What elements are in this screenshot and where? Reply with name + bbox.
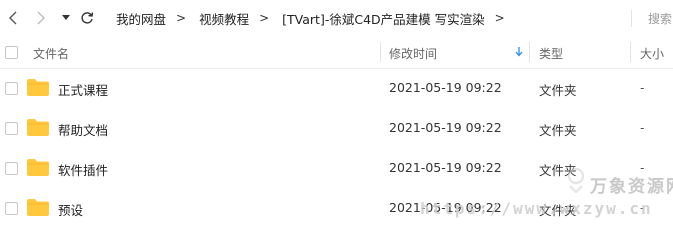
breadcrumb-item-video-tutorials[interactable]: 视频教程: [188, 9, 257, 28]
folder-icon: [27, 199, 49, 216]
select-all-checkbox[interactable]: [5, 46, 18, 59]
column-header-size[interactable]: 大小: [640, 45, 664, 62]
folder-icon: [27, 159, 49, 176]
row-checkbox[interactable]: [5, 162, 18, 175]
breadcrumb-item-current-folder[interactable]: [TVart]-徐斌C4D产品建模 写实渲染: [271, 9, 492, 28]
column-header-type[interactable]: 类型: [539, 45, 563, 62]
breadcrumb-separator: >: [176, 11, 187, 25]
history-dropdown-button[interactable]: [60, 6, 72, 30]
file-type: 文件夹: [539, 123, 577, 138]
row-checkbox[interactable]: [5, 202, 18, 215]
file-name[interactable]: 软件插件: [58, 160, 108, 179]
file-name[interactable]: 正式课程: [58, 80, 108, 99]
column-divider[interactable]: [630, 42, 631, 62]
column-divider[interactable]: [529, 42, 530, 62]
file-size: -: [640, 120, 645, 135]
address-divider: [631, 10, 632, 27]
refresh-icon: [81, 12, 94, 24]
refresh-button[interactable]: [77, 6, 97, 30]
folder-icon: [27, 79, 49, 96]
watermark-title: 万象资源网: [590, 177, 673, 197]
breadcrumb-item-my-netdisk[interactable]: 我的网盘: [105, 9, 174, 28]
search-input[interactable]: 搜索: [648, 10, 672, 27]
file-modified: 2021-05-19 09:22: [389, 160, 502, 175]
address-toolbar: 我的网盘 > 视频教程 > [TVart]-徐斌C4D产品建模 写实渲染 > 搜…: [0, 0, 673, 36]
file-list-header: 文件名 修改时间 类型 大小: [0, 36, 673, 69]
file-name[interactable]: 帮助文档: [58, 120, 108, 139]
column-divider[interactable]: [380, 42, 381, 62]
forward-button[interactable]: [32, 6, 50, 30]
row-checkbox[interactable]: [5, 122, 18, 135]
chevron-right-icon: [37, 11, 45, 25]
arrow-down-icon: [515, 47, 523, 57]
chevron-left-icon: [9, 11, 17, 25]
file-type: 文件夹: [539, 83, 577, 98]
column-header-name[interactable]: 文件名: [33, 45, 69, 62]
watermark-logo-icon: [567, 167, 585, 193]
file-name[interactable]: 预设: [58, 200, 83, 219]
row-checkbox[interactable]: [5, 82, 18, 95]
back-button[interactable]: [4, 6, 22, 30]
file-modified: 2021-05-19 09:22: [389, 80, 502, 95]
column-header-modified[interactable]: 修改时间: [389, 45, 437, 62]
file-row[interactable]: 帮助文档 2021-05-19 09:22 文件夹 -: [0, 108, 673, 148]
folder-icon: [27, 119, 49, 136]
caret-down-icon: [62, 15, 70, 20]
file-modified: 2021-05-19 09:22: [389, 120, 502, 135]
file-size: -: [640, 80, 645, 95]
watermark-url: https://www.wxzyw.cn: [420, 199, 653, 218]
breadcrumb-separator: >: [259, 11, 270, 25]
breadcrumb-expand-chevron[interactable]: >: [493, 11, 507, 25]
file-row[interactable]: 正式课程 2021-05-19 09:22 文件夹 -: [0, 68, 673, 108]
breadcrumb: 我的网盘 > 视频教程 > [TVart]-徐斌C4D产品建模 写实渲染 >: [105, 0, 633, 36]
